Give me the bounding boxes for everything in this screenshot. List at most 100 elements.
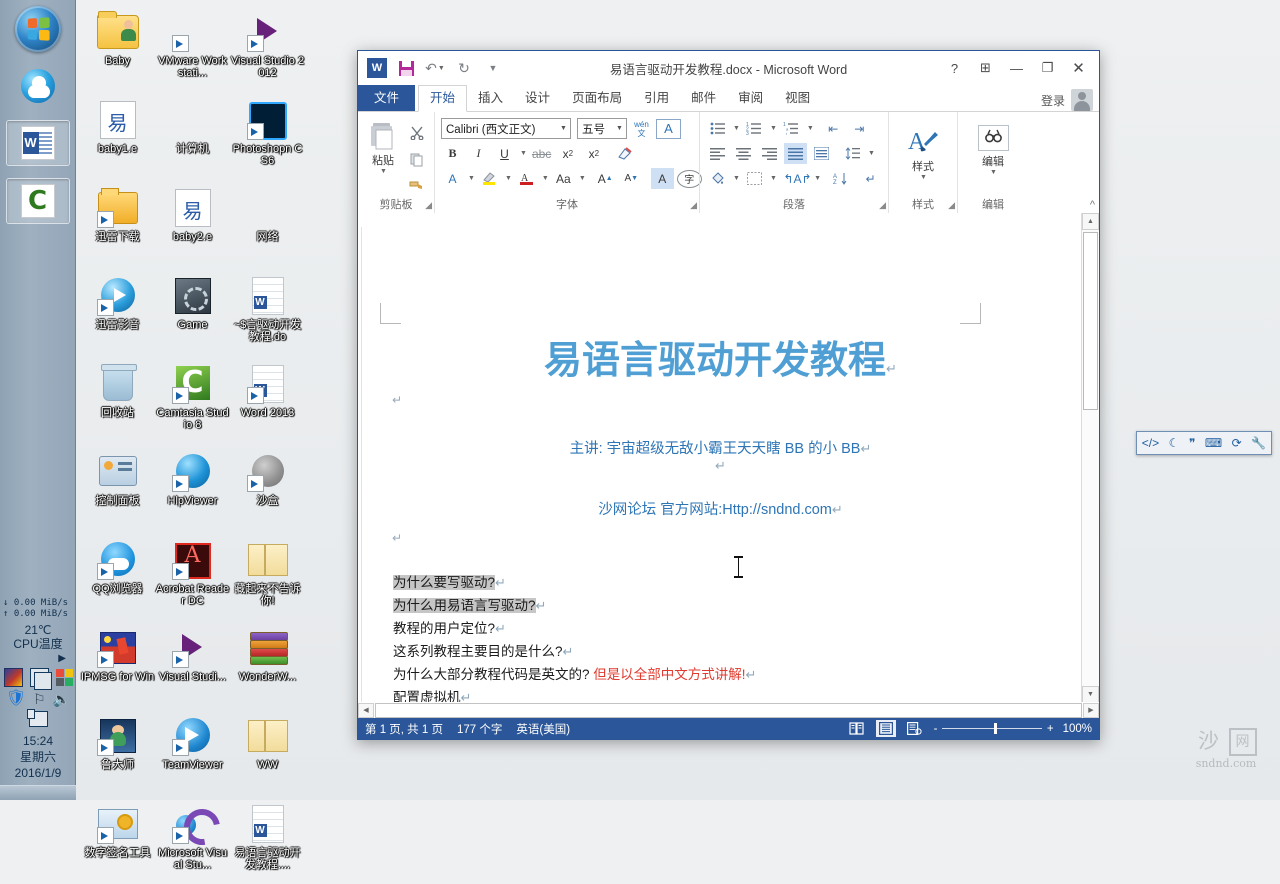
scroll-left-button[interactable]: ◀ (358, 703, 374, 718)
action-center-flag-icon[interactable]: ⚐ (33, 691, 46, 707)
align-right-button[interactable] (758, 143, 781, 164)
multilevel-chevron-down-icon[interactable]: ▼ (807, 125, 814, 132)
signin-label[interactable]: 登录 (1041, 92, 1065, 109)
tab-4[interactable]: 页面布局 (561, 86, 633, 111)
line-spacing-button[interactable] (841, 143, 864, 164)
zoom-in-button[interactable]: + (1047, 723, 1054, 735)
phonetic-guide-button[interactable]: wén文 (630, 118, 653, 139)
justify-button[interactable] (784, 143, 807, 164)
paste-chevron-down-icon[interactable]: ▼ (380, 168, 387, 175)
text-highlight-button[interactable] (478, 168, 501, 189)
tab-0[interactable]: 文件 (358, 85, 415, 111)
character-border-button[interactable]: A (656, 119, 681, 139)
editing-chevron-down-icon[interactable]: ▼ (990, 169, 997, 176)
shading-chevron-down-icon[interactable]: ▼ (733, 175, 740, 182)
line-spacing-chevron-down-icon[interactable]: ▼ (868, 150, 875, 157)
tab-2[interactable]: 插入 (467, 86, 514, 111)
desktop-icon[interactable]: Photoshopn CS6 (230, 92, 305, 180)
document-line[interactable]: 教程的用户定位?↵ (393, 617, 1079, 640)
customize-qat-button[interactable]: ▼ (483, 58, 503, 78)
ipmsg-tray-icon[interactable] (4, 668, 23, 687)
desktop-icon[interactable]: 鲁大师 (80, 708, 155, 796)
zoom-out-button[interactable]: - (934, 723, 938, 735)
document-line[interactable]: 配置虚拟机↵ (393, 686, 1079, 703)
font-dialog-launcher[interactable]: ◢ (690, 200, 697, 211)
ribbon-display-options-button[interactable]: ⊞ (971, 55, 1000, 81)
desktop-icon[interactable]: 网络 (230, 180, 305, 268)
sort-button[interactable]: AZ (829, 168, 852, 189)
desktop-icon[interactable]: 迅雷影音 (80, 268, 155, 356)
page-indicator[interactable]: 第 1 页, 共 1 页 (365, 721, 443, 737)
desktop-icon[interactable]: 易语言驱动开发教程.... (230, 796, 305, 884)
clear-formatting-button[interactable] (613, 143, 636, 164)
zoom-level[interactable]: 100% (1063, 723, 1092, 735)
styles-button[interactable]: A 样式 ▼ (900, 124, 946, 181)
language-indicator[interactable]: 英语(美国) (516, 721, 570, 737)
zoom-track[interactable] (942, 728, 1041, 729)
vertical-scrollbar[interactable]: ▲ ▼ (1081, 213, 1099, 703)
collapse-ribbon-button[interactable]: ^ (1090, 199, 1095, 211)
horizontal-scrollbar[interactable]: ◀ ▶ (358, 702, 1099, 718)
asian-layout-button[interactable]: ↰A↱ (785, 168, 810, 189)
enclose-characters-button[interactable]: 字 (677, 170, 702, 188)
character-shading-button[interactable]: A (651, 168, 674, 189)
decrease-indent-button[interactable]: ⇤ (822, 118, 845, 139)
align-left-button[interactable] (706, 143, 729, 164)
taskbar-item-camtasia[interactable]: C (6, 178, 70, 224)
scroll-down-button[interactable]: ▼ (1082, 686, 1099, 703)
taskbar-item-qq-browser[interactable] (7, 64, 69, 108)
cut-button[interactable] (405, 122, 428, 143)
microsoft-tray-icon[interactable] (56, 669, 73, 686)
desktop-icon[interactable]: Visual Studio 2012 (230, 4, 305, 92)
align-center-button[interactable] (732, 143, 755, 164)
refresh-icon[interactable]: ⟳ (1232, 437, 1242, 449)
help-button[interactable]: ? (940, 55, 969, 81)
desktop-icon[interactable]: TeamViewer (155, 708, 230, 796)
numbering-chevron-down-icon[interactable]: ▼ (770, 125, 777, 132)
shading-button[interactable] (706, 168, 729, 189)
show-formatting-marks-button[interactable]: ↵ (859, 168, 882, 189)
tab-8[interactable]: 视图 (774, 86, 821, 111)
minimize-button[interactable]: — (1002, 55, 1031, 81)
zoom-slider[interactable]: - + (934, 723, 1054, 735)
desktop-icon[interactable]: Camtasia Studio 8 (155, 356, 230, 444)
scroll-up-button[interactable]: ▲ (1082, 213, 1099, 230)
font-color-chevron-down-icon[interactable]: ▼ (542, 175, 549, 182)
grow-font-button[interactable]: A▲ (594, 168, 617, 189)
desktop-icon[interactable]: HlpViewer (155, 444, 230, 532)
distributed-button[interactable] (810, 143, 833, 164)
desktop-icon[interactable]: ~$言驱动开发教程.do (230, 268, 305, 356)
vertical-scroll-thumb[interactable] (1083, 232, 1098, 410)
tab-5[interactable]: 引用 (633, 86, 680, 111)
strikethrough-button[interactable]: abc (530, 143, 553, 164)
desktop-icon[interactable]: Visual Studi... (155, 620, 230, 708)
desktop-icon[interactable]: 藏起来不告诉你! (230, 532, 305, 620)
desktop-icon[interactable]: 计算机 (155, 92, 230, 180)
word-app-icon[interactable]: W (367, 58, 387, 78)
web-layout-button[interactable] (905, 720, 925, 737)
tray-overflow-arrow[interactable]: ▶ (0, 653, 76, 664)
numbering-button[interactable]: 1 2 3 (743, 118, 766, 139)
font-color-button[interactable]: A (515, 168, 538, 189)
save-button[interactable] (396, 58, 416, 78)
font-size-chevron-down-icon[interactable]: ▼ (613, 125, 626, 132)
underline-chevron-down-icon[interactable]: ▼ (520, 150, 527, 157)
start-button[interactable] (15, 6, 61, 52)
display-tray-icon[interactable] (29, 711, 48, 727)
text-effects-button[interactable]: A (441, 168, 464, 189)
borders-chevron-down-icon[interactable]: ▼ (770, 175, 777, 182)
redo-button[interactable]: ↻ (454, 58, 474, 78)
font-size-combobox[interactable]: 五号 ▼ (577, 118, 627, 139)
styles-dialog-launcher[interactable]: ◢ (948, 200, 955, 211)
editing-button[interactable]: 编辑 ▼ (970, 123, 1016, 176)
desktop-icon[interactable]: WonderW... (230, 620, 305, 708)
tab-7[interactable]: 审阅 (727, 86, 774, 111)
code-icon[interactable]: </> (1142, 437, 1159, 449)
taskbar-item-word[interactable]: W (6, 120, 70, 166)
underline-button[interactable]: U (493, 143, 516, 164)
desktop-icon[interactable]: baby2.e (155, 180, 230, 268)
moon-icon[interactable]: ☾ (1169, 437, 1180, 449)
volume-icon[interactable]: 🔈 (53, 691, 70, 707)
desktop-icon[interactable]: Baby (80, 4, 155, 92)
text-effects-chevron-down-icon[interactable]: ▼ (468, 175, 475, 182)
